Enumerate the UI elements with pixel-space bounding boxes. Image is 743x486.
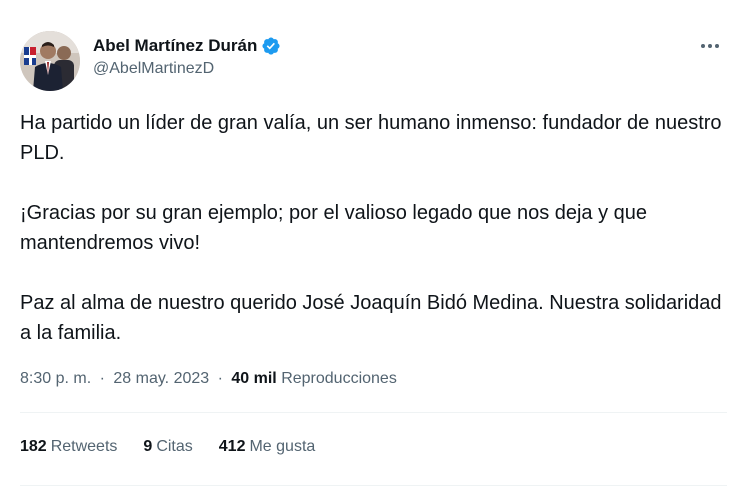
tweet-paragraph: Paz al alma de nuestro querido José Joaq… (20, 292, 722, 344)
tweet-text: Ha partido un líder de gran valía, un se… (20, 108, 725, 378)
views-label[interactable]: Reproducciones (281, 370, 397, 387)
tweet-meta: 8:30 p. m. · 28 may. 2023 · 40 mil Repro… (20, 370, 397, 388)
quotes-stat[interactable]: 9 Citas (143, 438, 192, 456)
tweet-paragraph: Ha partido un líder de gran valía, un se… (20, 112, 722, 164)
display-name-row: Abel Martínez Durán (93, 36, 281, 56)
engagement-stats: 182 Retweets 9 Citas 412 Me gusta (20, 438, 341, 456)
likes-label: Me gusta (249, 438, 316, 455)
quotes-label: Citas (156, 438, 193, 455)
likes-stat[interactable]: 412 Me gusta (219, 438, 316, 456)
author-names: Abel Martínez Durán @AbelMartinezD (93, 36, 281, 78)
author-handle[interactable]: @AbelMartinezD (93, 60, 281, 78)
retweets-stat[interactable]: 182 Retweets (20, 438, 117, 456)
quotes-count: 9 (143, 438, 153, 455)
views-count[interactable]: 40 mil (231, 370, 276, 387)
tweet-paragraph: ¡Gracias por su gran ejemplo; por el val… (20, 202, 648, 254)
tweet-time[interactable]: 8:30 p. m. (20, 370, 91, 387)
avatar[interactable] (20, 31, 80, 91)
retweets-label: Retweets (50, 438, 118, 455)
meta-separator: · (99, 370, 105, 387)
tweet-date[interactable]: 28 may. 2023 (113, 370, 209, 387)
more-dot-icon (708, 44, 712, 48)
retweets-count: 182 (20, 438, 47, 455)
display-name[interactable]: Abel Martínez Durán (93, 36, 257, 56)
more-dot-icon (715, 44, 719, 48)
tweet-card: Abel Martínez Durán @AbelMartinezD Ha pa… (0, 0, 743, 486)
verified-badge-icon[interactable] (261, 36, 281, 56)
likes-count: 412 (218, 438, 246, 455)
more-dot-icon (701, 44, 705, 48)
meta-separator: · (217, 370, 223, 387)
more-options-button[interactable] (697, 33, 723, 59)
avatar-photo (20, 31, 80, 91)
divider (20, 412, 727, 413)
tweet-header: Abel Martínez Durán @AbelMartinezD (20, 31, 729, 91)
